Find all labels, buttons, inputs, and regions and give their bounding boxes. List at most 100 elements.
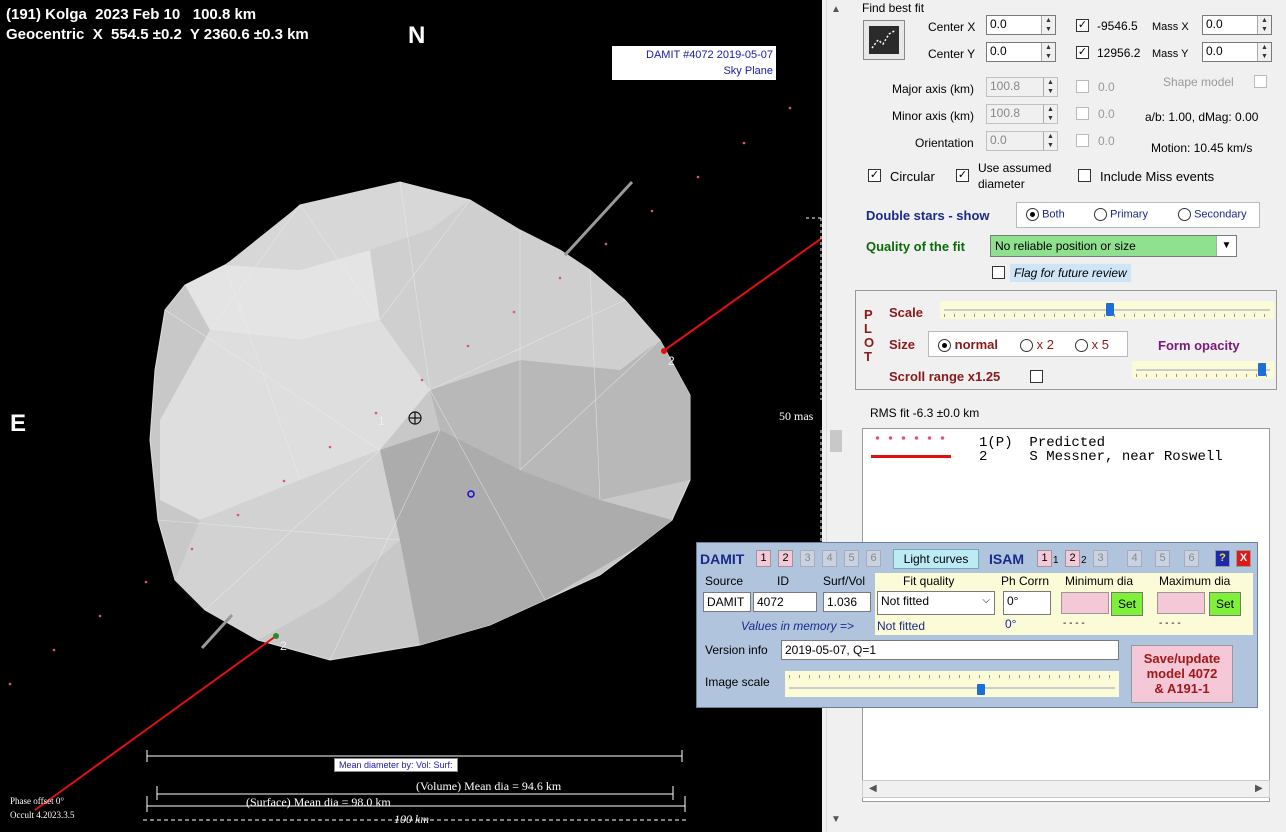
help-icon[interactable]: ? <box>1215 550 1230 567</box>
isam-model-6[interactable]: 6 <box>1184 550 1199 567</box>
quality-of-fit-select[interactable]: No reliable position or size ▼ <box>990 235 1237 257</box>
center-x-spinner-icon[interactable]: ▲ ▼ <box>1041 16 1055 34</box>
center-y-checkbox[interactable]: ✓ <box>1076 46 1089 59</box>
phase-offset-label: Phase offset 0° <box>10 796 64 806</box>
ds-both-radio[interactable]: Both <box>1026 208 1065 221</box>
size-normal-radio[interactable]: normal <box>938 337 998 353</box>
damit-model-1[interactable]: 1 <box>756 550 771 567</box>
id-label: ID <box>777 574 789 588</box>
form-opacity-slider-knob[interactable] <box>1258 363 1266 376</box>
close-icon[interactable]: X <box>1236 550 1251 567</box>
id-field[interactable]: 4072 <box>753 592 817 612</box>
damit-model-5[interactable]: 5 <box>844 550 859 567</box>
shape-model-checkbox[interactable] <box>1254 75 1267 88</box>
ds-both-radio-icon[interactable] <box>1026 208 1039 221</box>
isam-title: ISAM <box>989 551 1024 567</box>
chord-line-2-upper <box>661 237 822 353</box>
surf-vol-field[interactable]: 1.036 <box>823 592 871 612</box>
mean-diameter-by-label[interactable]: Mean diameter by: Vol: Surf: <box>334 758 458 772</box>
scroll-right-icon[interactable]: ▶ <box>1255 783 1263 794</box>
flag-review-checkbox[interactable] <box>992 266 1005 279</box>
ds-secondary-radio-icon[interactable] <box>1178 208 1191 221</box>
center-y-label: Center Y <box>928 47 976 61</box>
damit-model-6[interactable]: 6 <box>866 550 881 567</box>
observer-line-sample <box>871 455 951 458</box>
chevron-down-icon[interactable]: ▼ <box>1216 236 1236 256</box>
find-best-fit-button[interactable] <box>863 20 905 60</box>
size-x2-radio[interactable]: x 2 <box>1020 337 1054 353</box>
scale-slider-knob[interactable] <box>1106 303 1114 316</box>
version-info-field[interactable]: 2019-05-07, Q=1 <box>781 640 1119 660</box>
center-y-spinner-icon[interactable]: ▲ ▼ <box>1041 43 1055 61</box>
mass-x-input[interactable]: 0.0 ▲ ▼ <box>1202 15 1272 35</box>
min-dia-field[interactable] <box>1061 592 1109 614</box>
fit-quality-select[interactable]: Not fitted ⌵ <box>877 591 995 615</box>
minor-axis-spinner-icon[interactable]: ▲ ▼ <box>1043 105 1057 123</box>
mass-y-spinner-icon[interactable]: ▲ ▼ <box>1257 43 1271 61</box>
isam-model-1[interactable]: 1 <box>1037 550 1052 567</box>
size-x5-radio[interactable]: x 5 <box>1075 337 1109 353</box>
isam-model-3[interactable]: 3 <box>1093 550 1108 567</box>
ds-primary-radio-icon[interactable] <box>1094 208 1107 221</box>
light-curves-button[interactable]: Light curves <box>893 549 979 569</box>
ds-primary-label: Primary <box>1110 208 1148 221</box>
isam-model-5[interactable]: 5 <box>1155 550 1170 567</box>
isam-model-4[interactable]: 4 <box>1127 550 1142 567</box>
scroll-left-icon[interactable]: ◀ <box>869 783 877 794</box>
major-axis-checkbox[interactable] <box>1076 80 1089 93</box>
max-dia-field[interactable] <box>1157 592 1205 614</box>
damit-model-4[interactable]: 4 <box>822 550 837 567</box>
size-normal-radio-icon[interactable] <box>938 339 951 353</box>
scroll-down-icon[interactable]: ▼ <box>831 814 841 825</box>
circular-checkbox[interactable]: ✓ <box>868 169 881 182</box>
scrollbar-thumb[interactable] <box>830 430 842 452</box>
ds-primary-radio[interactable]: Primary <box>1094 208 1148 221</box>
scroll-range-checkbox[interactable] <box>1030 370 1043 383</box>
ph-corrn-memory: 0° <box>1005 617 1017 631</box>
scale-100km-label: 100 km <box>394 812 429 826</box>
major-axis-spinner-icon[interactable]: ▲ ▼ <box>1043 78 1057 96</box>
scale-slider[interactable] <box>940 301 1274 319</box>
orientation-spinner-icon[interactable]: ▲ ▼ <box>1043 132 1057 150</box>
scroll-up-icon[interactable]: ▲ <box>831 4 841 15</box>
mas-scale-label: 50 mas <box>779 409 814 423</box>
legend-name-2: S Messner, near Roswell <box>1029 449 1223 465</box>
ds-both-label: Both <box>1042 208 1065 221</box>
damit-model-3[interactable]: 3 <box>800 550 815 567</box>
min-dia-set-button[interactable]: Set <box>1111 592 1143 616</box>
image-scale-slider[interactable] <box>785 671 1119 697</box>
size-x2-label: x 2 <box>1036 337 1054 352</box>
center-x-input[interactable]: 0.0 ▲ ▼ <box>986 15 1056 35</box>
fit-quality-value: Not fitted <box>881 594 930 608</box>
image-scale-slider-knob[interactable] <box>977 684 985 695</box>
minor-axis-input[interactable]: 100.8 ▲ ▼ <box>986 104 1058 124</box>
horizontal-scrollbar[interactable]: ◀ ▶ <box>862 780 1270 798</box>
minor-axis-checkbox[interactable] <box>1076 107 1089 120</box>
major-axis-input[interactable]: 100.8 ▲ ▼ <box>986 77 1058 97</box>
image-scale-label: Image scale <box>705 675 770 689</box>
circular-label: Circular <box>890 169 935 184</box>
save-update-model-button[interactable]: Save/update model 4072 & A191-1 <box>1131 645 1233 703</box>
isam-model-2[interactable]: 2 <box>1065 550 1080 567</box>
chart-icon <box>869 26 899 54</box>
center-x-checkbox[interactable]: ✓ <box>1076 19 1089 32</box>
include-miss-checkbox[interactable] <box>1078 169 1091 182</box>
image-scale-slider-ticks <box>789 675 1115 678</box>
orientation-input[interactable]: 0.0 ▲ ▼ <box>986 131 1058 151</box>
legend-row-2[interactable]: 2 S Messner, near Roswell <box>979 449 1223 465</box>
mass-x-spinner-icon[interactable]: ▲ ▼ <box>1257 16 1271 34</box>
max-dia-set-button[interactable]: Set <box>1209 592 1241 616</box>
center-y-input[interactable]: 0.0 ▲ ▼ <box>986 42 1056 62</box>
fit-quality-chevron-icon[interactable]: ⌵ <box>982 595 990 606</box>
mass-y-input[interactable]: 0.0 ▲ ▼ <box>1202 42 1272 62</box>
form-opacity-slider[interactable] <box>1132 361 1274 379</box>
orientation-checkbox[interactable] <box>1076 134 1089 147</box>
size-x5-radio-icon[interactable] <box>1075 339 1088 353</box>
ph-corrn-field[interactable]: 0° <box>1003 591 1051 615</box>
damit-model-2[interactable]: 2 <box>778 550 793 567</box>
ds-secondary-radio[interactable]: Secondary <box>1178 208 1247 221</box>
source-field[interactable]: DAMIT <box>703 592 751 612</box>
use-assumed-diameter-checkbox[interactable]: ✓ <box>956 169 969 182</box>
size-x2-radio-icon[interactable] <box>1020 339 1033 353</box>
major-axis-value: 100.8 <box>990 79 1021 93</box>
